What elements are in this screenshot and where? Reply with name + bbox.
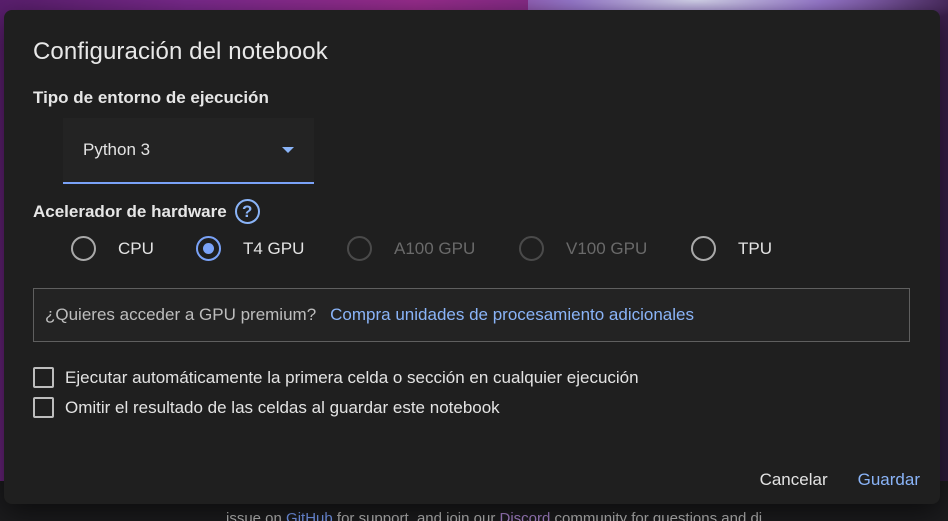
radio-tpu[interactable] <box>691 236 716 261</box>
accelerator-radio-group: CPU T4 GPU A100 GPU V100 GPU TPU <box>4 236 940 266</box>
auto-run-first-cell-label: Ejecutar automáticamente la primera celd… <box>65 367 639 387</box>
radio-label-a100-gpu: A100 GPU <box>394 238 476 258</box>
buy-compute-units-link[interactable]: Compra unidades de procesamiento adicion… <box>330 305 694 325</box>
auto-run-first-cell-checkbox[interactable] <box>33 367 54 388</box>
cancel-button[interactable]: Cancelar <box>760 466 828 494</box>
radio-option-cpu[interactable]: CPU <box>71 236 154 261</box>
github-link[interactable]: GitHub <box>286 510 333 521</box>
radio-a100-gpu <box>347 236 372 261</box>
radio-option-v100-gpu: V100 GPU <box>519 236 647 261</box>
dialog-title: Configuración del notebook <box>33 38 328 65</box>
radio-option-tpu[interactable]: TPU <box>691 236 772 261</box>
radio-label-t4-gpu: T4 GPU <box>243 238 305 258</box>
help-icon[interactable]: ? <box>234 199 260 224</box>
radio-v100-gpu <box>519 236 544 261</box>
radio-label-v100-gpu: V100 GPU <box>566 238 648 258</box>
dialog-actions: Cancelar Guardar <box>760 466 920 494</box>
omit-output-option[interactable]: Omitir el resultado de las celdas al gua… <box>33 397 500 418</box>
hardware-accelerator-label: Acelerador de hardware <box>33 201 227 221</box>
radio-option-t4-gpu[interactable]: T4 GPU <box>196 236 304 261</box>
radio-option-a100-gpu: A100 GPU <box>347 236 475 261</box>
notebook-settings-dialog: Configuración del notebook Tipo de entor… <box>4 10 940 504</box>
runtime-type-value: Python 3 <box>83 140 151 159</box>
omit-output-checkbox[interactable] <box>33 397 54 418</box>
radio-cpu[interactable] <box>71 236 96 261</box>
runtime-type-select[interactable]: Python 3 <box>63 118 314 184</box>
radio-label-cpu: CPU <box>118 238 154 258</box>
premium-gpu-question: ¿Quieres acceder a GPU premium? <box>45 305 317 324</box>
hardware-accelerator-heading: Acelerador de hardware ? <box>33 199 260 224</box>
runtime-type-label: Tipo de entorno de ejecución <box>33 88 269 107</box>
save-button[interactable]: Guardar <box>858 466 920 494</box>
radio-label-tpu: TPU <box>738 238 772 258</box>
omit-output-label: Omitir el resultado de las celdas al gua… <box>65 397 500 417</box>
background-footer-text: issue on GitHub for support, and join ou… <box>226 510 762 521</box>
dropdown-caret-icon <box>282 147 294 153</box>
radio-t4-gpu[interactable] <box>196 236 221 261</box>
auto-run-first-cell-option[interactable]: Ejecutar automáticamente la primera celd… <box>33 367 639 388</box>
premium-gpu-banner: ¿Quieres acceder a GPU premium? Compra u… <box>33 288 910 342</box>
discord-link[interactable]: Discord <box>500 510 551 521</box>
